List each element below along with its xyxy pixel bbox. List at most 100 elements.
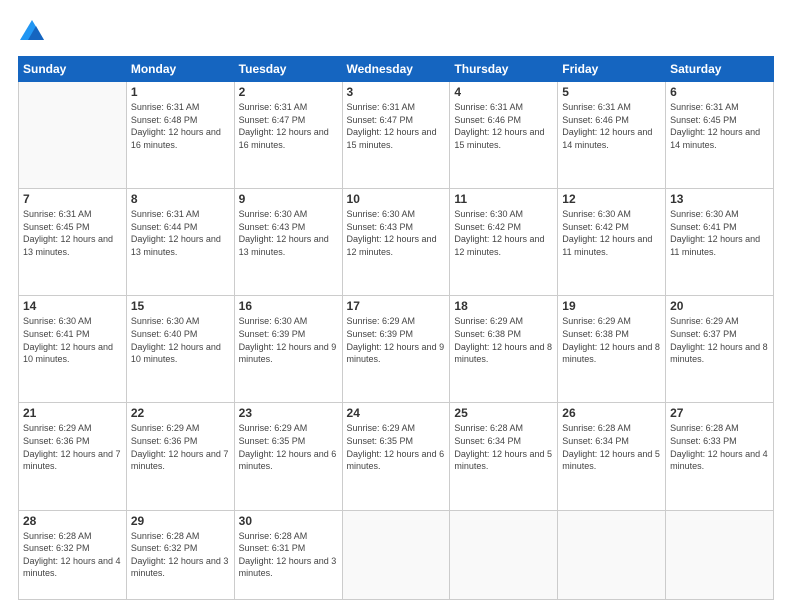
day-number: 14 [23,299,122,313]
day-info: Sunrise: 6:29 AMSunset: 6:37 PMDaylight:… [670,315,769,365]
calendar-day-cell: 10 Sunrise: 6:30 AMSunset: 6:43 PMDaylig… [342,189,450,296]
day-info: Sunrise: 6:29 AMSunset: 6:35 PMDaylight:… [347,422,446,472]
day-number: 29 [131,514,230,528]
logo [18,18,50,46]
calendar-day-cell: 15 Sunrise: 6:30 AMSunset: 6:40 PMDaylig… [126,296,234,403]
day-info: Sunrise: 6:30 AMSunset: 6:39 PMDaylight:… [239,315,338,365]
day-number: 24 [347,406,446,420]
calendar-day-cell: 22 Sunrise: 6:29 AMSunset: 6:36 PMDaylig… [126,403,234,510]
day-number: 3 [347,85,446,99]
day-info: Sunrise: 6:30 AMSunset: 6:42 PMDaylight:… [454,208,553,258]
calendar-day-cell: 13 Sunrise: 6:30 AMSunset: 6:41 PMDaylig… [666,189,774,296]
day-info: Sunrise: 6:30 AMSunset: 6:40 PMDaylight:… [131,315,230,365]
day-number: 26 [562,406,661,420]
day-info: Sunrise: 6:29 AMSunset: 6:39 PMDaylight:… [347,315,446,365]
calendar-day-cell [19,82,127,189]
calendar-day-cell: 5 Sunrise: 6:31 AMSunset: 6:46 PMDayligh… [558,82,666,189]
day-number: 11 [454,192,553,206]
calendar-day-cell: 7 Sunrise: 6:31 AMSunset: 6:45 PMDayligh… [19,189,127,296]
calendar-day-cell: 14 Sunrise: 6:30 AMSunset: 6:41 PMDaylig… [19,296,127,403]
day-info: Sunrise: 6:30 AMSunset: 6:41 PMDaylight:… [670,208,769,258]
day-info: Sunrise: 6:29 AMSunset: 6:35 PMDaylight:… [239,422,338,472]
day-number: 20 [670,299,769,313]
calendar-day-cell: 29 Sunrise: 6:28 AMSunset: 6:32 PMDaylig… [126,510,234,599]
day-number: 23 [239,406,338,420]
calendar-day-cell: 1 Sunrise: 6:31 AMSunset: 6:48 PMDayligh… [126,82,234,189]
calendar: SundayMondayTuesdayWednesdayThursdayFrid… [18,56,774,600]
day-info: Sunrise: 6:28 AMSunset: 6:34 PMDaylight:… [562,422,661,472]
calendar-day-header: Tuesday [234,57,342,82]
day-number: 1 [131,85,230,99]
calendar-day-cell: 2 Sunrise: 6:31 AMSunset: 6:47 PMDayligh… [234,82,342,189]
calendar-day-header: Monday [126,57,234,82]
calendar-day-cell: 24 Sunrise: 6:29 AMSunset: 6:35 PMDaylig… [342,403,450,510]
day-number: 30 [239,514,338,528]
calendar-week-row: 21 Sunrise: 6:29 AMSunset: 6:36 PMDaylig… [19,403,774,510]
day-number: 7 [23,192,122,206]
calendar-day-cell [666,510,774,599]
calendar-header-row: SundayMondayTuesdayWednesdayThursdayFrid… [19,57,774,82]
day-number: 6 [670,85,769,99]
day-number: 10 [347,192,446,206]
day-number: 13 [670,192,769,206]
calendar-day-cell: 20 Sunrise: 6:29 AMSunset: 6:37 PMDaylig… [666,296,774,403]
calendar-day-cell: 17 Sunrise: 6:29 AMSunset: 6:39 PMDaylig… [342,296,450,403]
day-info: Sunrise: 6:29 AMSunset: 6:38 PMDaylight:… [562,315,661,365]
calendar-day-cell: 28 Sunrise: 6:28 AMSunset: 6:32 PMDaylig… [19,510,127,599]
day-info: Sunrise: 6:31 AMSunset: 6:47 PMDaylight:… [239,101,338,151]
calendar-day-header: Wednesday [342,57,450,82]
calendar-day-cell: 30 Sunrise: 6:28 AMSunset: 6:31 PMDaylig… [234,510,342,599]
day-number: 4 [454,85,553,99]
calendar-day-cell: 25 Sunrise: 6:28 AMSunset: 6:34 PMDaylig… [450,403,558,510]
calendar-day-cell: 23 Sunrise: 6:29 AMSunset: 6:35 PMDaylig… [234,403,342,510]
day-info: Sunrise: 6:31 AMSunset: 6:45 PMDaylight:… [670,101,769,151]
calendar-day-cell: 9 Sunrise: 6:30 AMSunset: 6:43 PMDayligh… [234,189,342,296]
day-number: 16 [239,299,338,313]
day-info: Sunrise: 6:28 AMSunset: 6:34 PMDaylight:… [454,422,553,472]
day-info: Sunrise: 6:29 AMSunset: 6:36 PMDaylight:… [23,422,122,472]
top-area [18,18,774,46]
day-number: 27 [670,406,769,420]
day-number: 2 [239,85,338,99]
day-number: 25 [454,406,553,420]
day-info: Sunrise: 6:31 AMSunset: 6:48 PMDaylight:… [131,101,230,151]
calendar-day-header: Saturday [666,57,774,82]
day-number: 19 [562,299,661,313]
day-number: 9 [239,192,338,206]
day-number: 28 [23,514,122,528]
day-info: Sunrise: 6:30 AMSunset: 6:43 PMDaylight:… [239,208,338,258]
day-number: 18 [454,299,553,313]
day-number: 5 [562,85,661,99]
calendar-day-cell: 3 Sunrise: 6:31 AMSunset: 6:47 PMDayligh… [342,82,450,189]
calendar-day-cell [342,510,450,599]
calendar-day-cell: 26 Sunrise: 6:28 AMSunset: 6:34 PMDaylig… [558,403,666,510]
calendar-week-row: 7 Sunrise: 6:31 AMSunset: 6:45 PMDayligh… [19,189,774,296]
calendar-day-cell: 27 Sunrise: 6:28 AMSunset: 6:33 PMDaylig… [666,403,774,510]
calendar-week-row: 1 Sunrise: 6:31 AMSunset: 6:48 PMDayligh… [19,82,774,189]
day-number: 15 [131,299,230,313]
calendar-week-row: 14 Sunrise: 6:30 AMSunset: 6:41 PMDaylig… [19,296,774,403]
calendar-day-cell: 12 Sunrise: 6:30 AMSunset: 6:42 PMDaylig… [558,189,666,296]
calendar-day-cell: 8 Sunrise: 6:31 AMSunset: 6:44 PMDayligh… [126,189,234,296]
day-info: Sunrise: 6:31 AMSunset: 6:47 PMDaylight:… [347,101,446,151]
calendar-day-cell [558,510,666,599]
day-info: Sunrise: 6:31 AMSunset: 6:46 PMDaylight:… [454,101,553,151]
day-info: Sunrise: 6:29 AMSunset: 6:38 PMDaylight:… [454,315,553,365]
calendar-day-cell: 19 Sunrise: 6:29 AMSunset: 6:38 PMDaylig… [558,296,666,403]
day-info: Sunrise: 6:30 AMSunset: 6:42 PMDaylight:… [562,208,661,258]
day-info: Sunrise: 6:29 AMSunset: 6:36 PMDaylight:… [131,422,230,472]
day-number: 22 [131,406,230,420]
day-info: Sunrise: 6:28 AMSunset: 6:32 PMDaylight:… [131,530,230,580]
day-info: Sunrise: 6:30 AMSunset: 6:43 PMDaylight:… [347,208,446,258]
day-info: Sunrise: 6:28 AMSunset: 6:31 PMDaylight:… [239,530,338,580]
calendar-day-header: Friday [558,57,666,82]
day-info: Sunrise: 6:30 AMSunset: 6:41 PMDaylight:… [23,315,122,365]
day-info: Sunrise: 6:28 AMSunset: 6:32 PMDaylight:… [23,530,122,580]
day-info: Sunrise: 6:28 AMSunset: 6:33 PMDaylight:… [670,422,769,472]
calendar-day-cell: 18 Sunrise: 6:29 AMSunset: 6:38 PMDaylig… [450,296,558,403]
calendar-day-cell: 16 Sunrise: 6:30 AMSunset: 6:39 PMDaylig… [234,296,342,403]
calendar-day-cell: 21 Sunrise: 6:29 AMSunset: 6:36 PMDaylig… [19,403,127,510]
day-number: 21 [23,406,122,420]
page: SundayMondayTuesdayWednesdayThursdayFrid… [0,0,792,612]
calendar-day-cell: 4 Sunrise: 6:31 AMSunset: 6:46 PMDayligh… [450,82,558,189]
